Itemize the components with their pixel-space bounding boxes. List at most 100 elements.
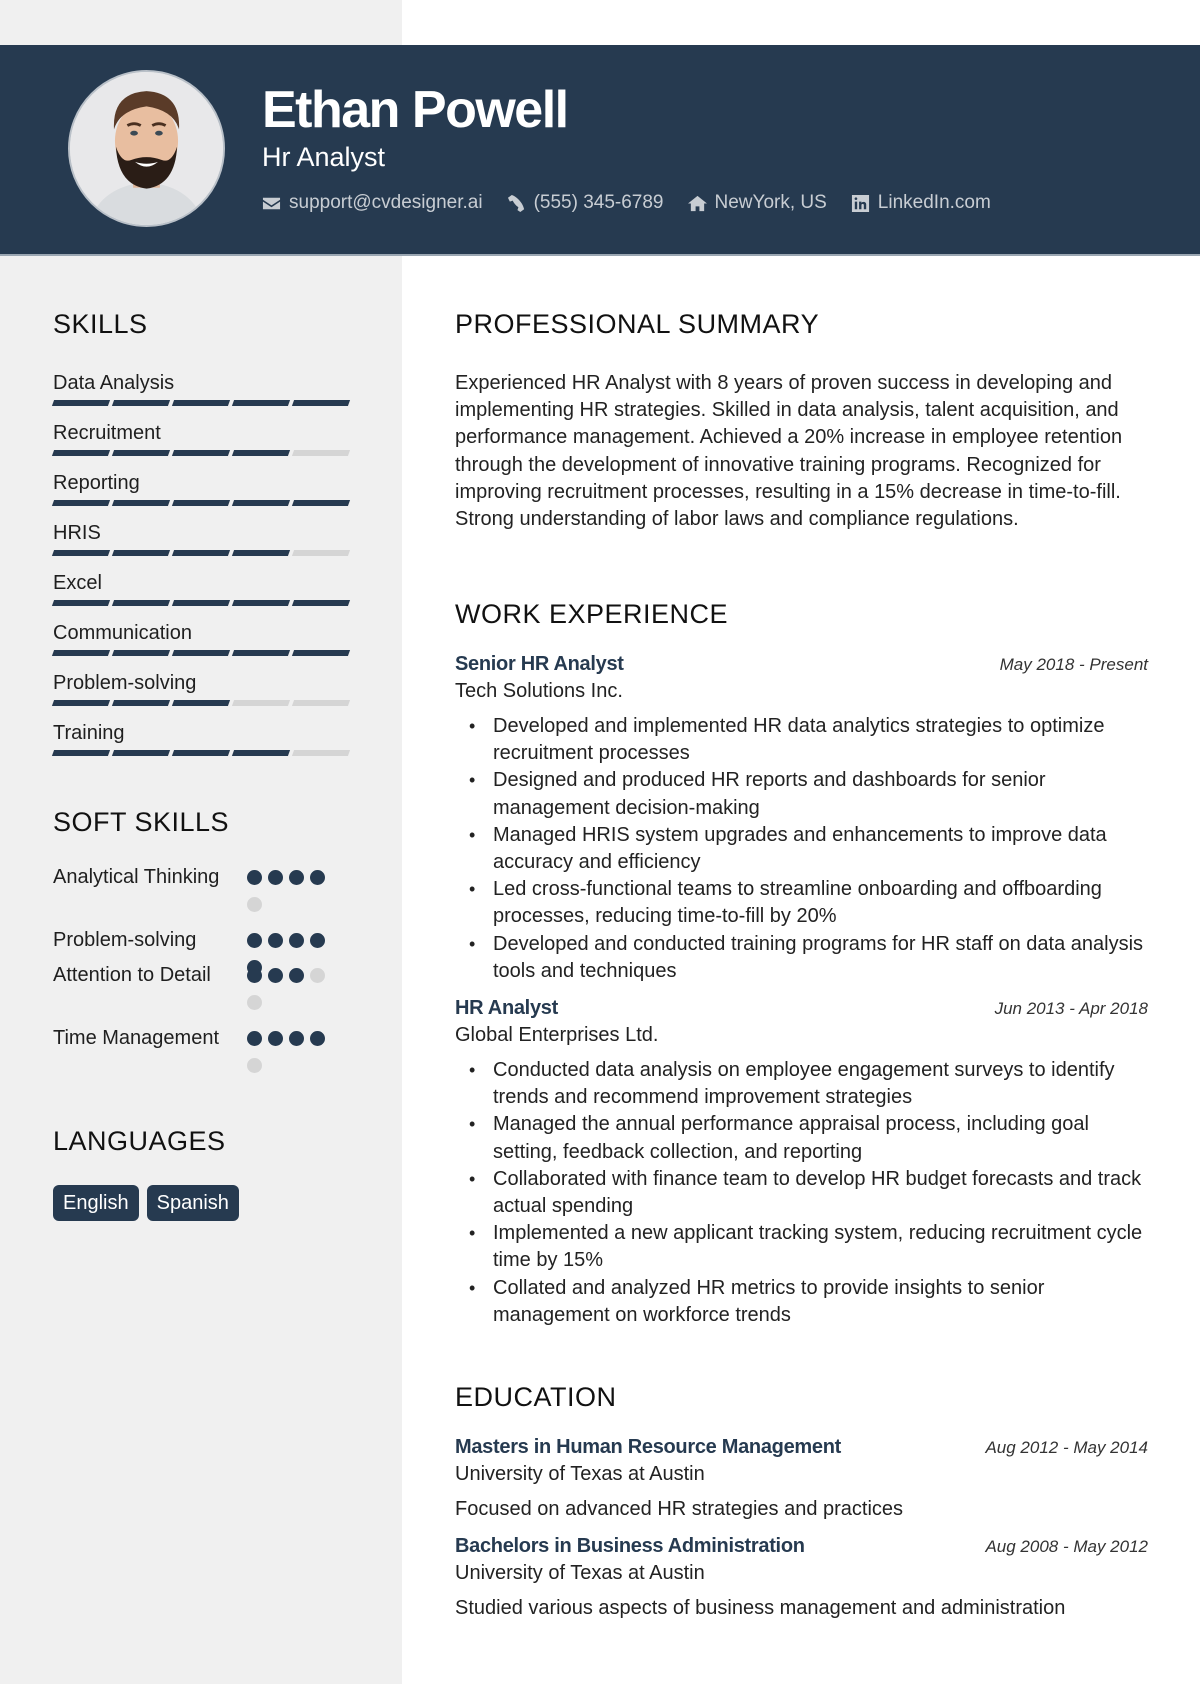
education-description: Studied various aspects of business mana… (455, 1597, 1066, 1619)
bullet-item: Developed and conducted training program… (455, 931, 1148, 985)
soft-skills-title: SOFT SKILLS (53, 807, 230, 837)
skill-segment-filled (231, 550, 291, 556)
education-description: Focused on advanced HR strategies and pr… (455, 1498, 904, 1520)
skill-segment-filled (171, 700, 231, 706)
skill-segment-empty (231, 700, 291, 706)
skill-segment-filled (51, 450, 111, 456)
contact-phone[interactable]: (555) 345-6789 (507, 190, 664, 216)
job-date: Jun 2013 - Apr 2018 (994, 999, 1148, 1019)
soft-skill-rating (247, 1025, 337, 1073)
skills-title: SKILLS (53, 309, 148, 339)
bullet-item: Conducted data analysis on employee enga… (455, 1057, 1148, 1111)
degree-title: Bachelors in Business Administration (455, 1535, 805, 1557)
skill-segment-filled (171, 550, 231, 556)
soft-skills-section: SOFT SKILLS (53, 805, 353, 839)
soft-skill-rating (247, 864, 337, 912)
skill-level-bar (51, 650, 353, 656)
skill-segment-filled (231, 650, 291, 656)
skill-segment-filled (51, 400, 111, 406)
skill-segment-filled (111, 400, 171, 406)
rating-dot-empty (247, 1058, 262, 1073)
skill-level-bar (51, 700, 353, 706)
rating-dot-filled (247, 933, 262, 948)
skill-level-bar (51, 600, 353, 606)
skill-segment-empty (291, 700, 351, 706)
skill-level-bar (51, 400, 353, 406)
skill-item: HRIS (51, 520, 353, 570)
skill-segment-filled (171, 500, 231, 506)
candidate-role: Hr Analyst (262, 142, 386, 172)
skill-segment-filled (51, 700, 111, 706)
skill-segment-empty (291, 550, 351, 556)
skill-item: Communication (51, 620, 353, 670)
rating-dot-empty (247, 995, 262, 1010)
rating-dot-filled (289, 870, 304, 885)
soft-skill-rating (247, 927, 337, 975)
language-badge: Spanish (146, 1185, 239, 1221)
rating-dot-filled (310, 933, 325, 948)
contact-linkedin[interactable]: LinkedIn.com (851, 190, 991, 216)
rating-dot-empty (247, 897, 262, 912)
skill-item: Data Analysis (51, 370, 353, 420)
soft-skill-name: Analytical Thinking (53, 866, 220, 888)
skill-segment-filled (291, 650, 351, 656)
soft-skill-item: Analytical Thinking (53, 864, 383, 927)
skill-name: HRIS (53, 522, 101, 544)
summary-section: PROFESSIONAL SUMMARY Experienced HR Anal… (455, 307, 1148, 533)
skill-segment-filled (111, 550, 171, 556)
skill-item: Training (51, 720, 353, 770)
skill-level-bar (51, 450, 353, 456)
skill-segment-filled (111, 500, 171, 506)
skill-segment-filled (111, 750, 171, 756)
rating-dot-filled (247, 1031, 262, 1046)
skill-segment-filled (231, 750, 291, 756)
skill-name: Excel (53, 572, 102, 594)
contact-email[interactable]: support@cvdesigner.ai (262, 190, 483, 216)
job-title: HR Analyst (455, 997, 558, 1020)
skill-segment-filled (171, 400, 231, 406)
skill-segment-filled (51, 650, 111, 656)
skill-segment-filled (51, 550, 111, 556)
company-name: Global Enterprises Ltd. (455, 1024, 659, 1047)
skill-segment-filled (51, 750, 111, 756)
rating-dot-filled (289, 1031, 304, 1046)
education-entry: Bachelors in Business Administration Aug… (455, 1533, 1148, 1622)
linkedin-icon (851, 194, 869, 212)
summary-title: PROFESSIONAL SUMMARY (455, 309, 820, 339)
phone-icon (507, 194, 524, 212)
job-title: Senior HR Analyst (455, 653, 624, 675)
skill-name: Problem-solving (53, 672, 197, 694)
skill-level-bar (51, 500, 353, 506)
school-name: University of Texas at Austin (455, 1562, 705, 1584)
skill-segment-filled (171, 650, 231, 656)
rating-dot-filled (268, 933, 283, 948)
skill-segment-filled (291, 600, 351, 606)
education-title: EDUCATION (455, 1382, 617, 1412)
summary-text: Experienced HR Analyst with 8 years of p… (455, 372, 1123, 531)
contact-location-text: NewYork, US (714, 192, 827, 213)
bullet-item: Collaborated with finance team to develo… (455, 1166, 1148, 1220)
skill-segment-filled (111, 650, 171, 656)
contact-location[interactable]: NewYork, US (687, 190, 827, 216)
skill-level-bar (51, 750, 353, 756)
education-entry: Masters in Human Resource Management Aug… (455, 1434, 1148, 1523)
job-bullets: Developed and implemented HR data analyt… (455, 713, 1148, 985)
skills-section: SKILLS (53, 307, 353, 341)
soft-skill-name: Time Management (53, 1027, 219, 1049)
skill-segment-filled (111, 600, 171, 606)
home-icon (687, 195, 707, 211)
bullet-item: Designed and produced HR reports and das… (455, 767, 1148, 821)
experience-entry: Senior HR Analyst May 2018 - Present Tec… (455, 651, 1148, 985)
experience-title: WORK EXPERIENCE (455, 599, 729, 629)
bullet-item: Collated and analyzed HR metrics to prov… (455, 1275, 1148, 1329)
skill-item: Excel (51, 570, 353, 620)
rating-dot-empty (310, 968, 325, 983)
contact-email-text: support@cvdesigner.ai (289, 192, 483, 213)
soft-skill-name: Attention to Detail (53, 964, 211, 986)
skill-segment-empty (291, 750, 351, 756)
skill-item: Reporting (51, 470, 353, 520)
soft-skill-item: Problem-solving (53, 927, 383, 975)
soft-skill-rating (247, 962, 337, 1010)
school-name: University of Texas at Austin (455, 1463, 705, 1485)
skills-list: Data Analysis Recruitment Reporting HRIS Exc… (51, 370, 353, 770)
